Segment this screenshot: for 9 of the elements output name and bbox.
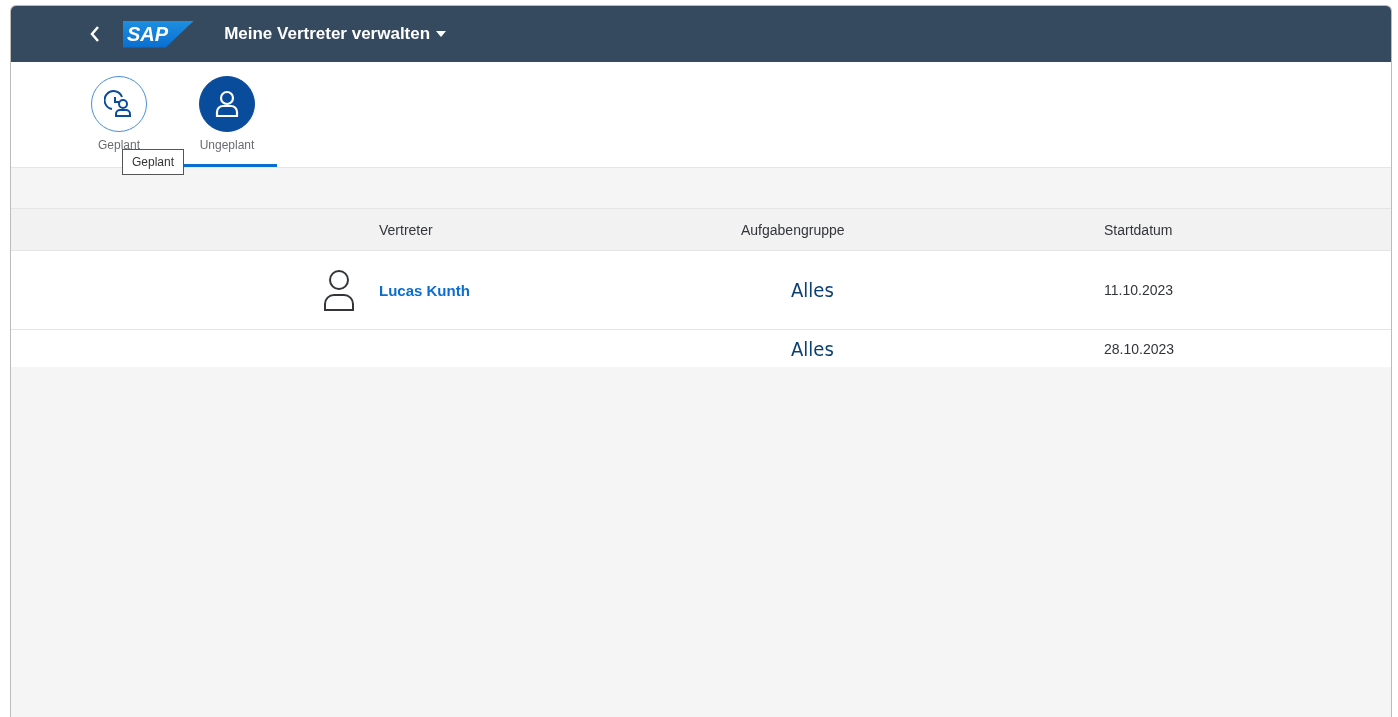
task-group-text: Alles <box>790 278 835 302</box>
column-header: Startdatum <box>1103 221 1174 238</box>
start-date: 28.10.2023 <box>1103 340 1176 357</box>
start-date: 11.10.2023 <box>1103 282 1175 298</box>
tooltip: Geplant <box>122 149 185 175</box>
task-group-text: Alles <box>790 336 835 361</box>
logo: SAP <box>123 20 195 48</box>
column-header: Vertreter <box>378 221 434 238</box>
column-header: Aufgabengruppe <box>740 221 846 238</box>
